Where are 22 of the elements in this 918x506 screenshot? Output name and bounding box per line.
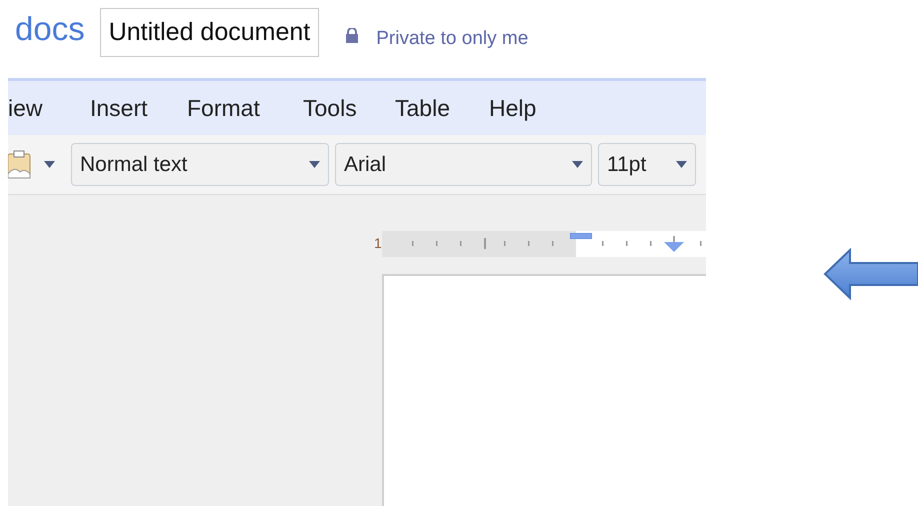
menu-item[interactable]: Tools	[303, 90, 395, 126]
lock-icon	[345, 28, 360, 43]
docs-logo[interactable]: docs	[15, 12, 85, 45]
font-size-dropdown[interactable]: 11pt	[598, 143, 696, 186]
menu-item[interactable]: Help	[489, 90, 549, 126]
font-dropdown[interactable]: Arial	[335, 143, 592, 186]
caret-icon	[572, 161, 583, 168]
caret-icon	[309, 161, 320, 168]
menu-item[interactable]: Table	[395, 90, 489, 126]
left-arrow-icon	[822, 248, 918, 302]
indent-marker-icon[interactable]	[570, 233, 592, 239]
paragraph-style-dropdown[interactable]: Normal text	[71, 143, 329, 186]
ruler-number: 1	[374, 234, 382, 253]
menu-item[interactable]: Format	[187, 90, 303, 126]
paint-format-icon[interactable]	[8, 150, 32, 180]
document-title-field[interactable]: Untitled document	[100, 8, 320, 57]
caret-icon	[44, 161, 55, 168]
sharing-status-link[interactable]: Private to only me	[376, 25, 528, 54]
tab-stop-icon[interactable]	[664, 236, 684, 252]
menu-item[interactable]: iew	[8, 90, 90, 126]
caret-icon	[676, 161, 687, 168]
menu-item[interactable]: Insert	[90, 90, 187, 126]
